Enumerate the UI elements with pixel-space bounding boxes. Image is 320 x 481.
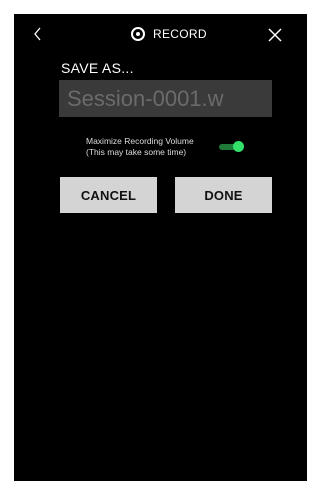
header-title: RECORD	[131, 24, 207, 44]
save-as-label: SAVE AS...	[61, 60, 134, 76]
close-button[interactable]	[266, 26, 284, 44]
done-button[interactable]: DONE	[175, 177, 272, 213]
filename-input[interactable]	[59, 80, 272, 117]
close-icon	[268, 28, 282, 42]
maximize-volume-label: Maximize Recording Volume (This may take…	[86, 136, 194, 158]
toggle-thumb	[233, 141, 244, 152]
record-screen: RECORD SAVE AS... Maximize Recording Vol…	[14, 14, 307, 481]
header-title-text: RECORD	[153, 27, 207, 41]
cancel-button[interactable]: CANCEL	[60, 177, 157, 213]
maximize-volume-toggle[interactable]	[219, 141, 244, 153]
record-icon	[131, 27, 145, 41]
maximize-volume-title: Maximize Recording Volume	[86, 136, 194, 146]
chevron-left-icon	[34, 27, 41, 41]
back-button[interactable]	[30, 24, 46, 44]
maximize-volume-note: (This may take some time)	[86, 147, 187, 157]
